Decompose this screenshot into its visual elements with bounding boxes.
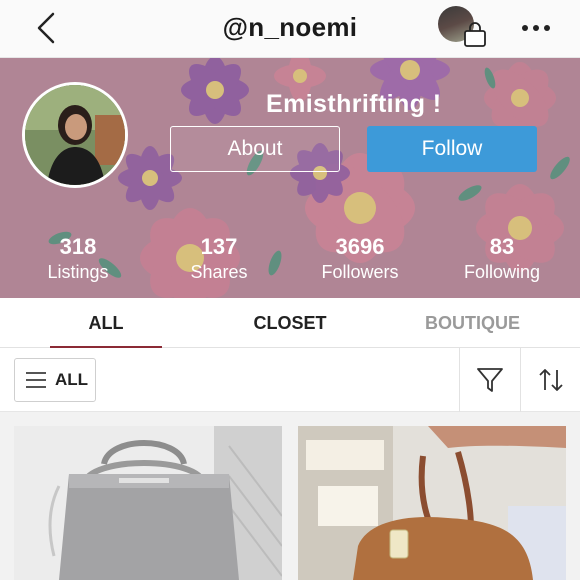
stat-shares-label: Shares [190,262,248,282]
stat-followers-label: Followers [321,262,399,282]
all-filter-label: ALL [55,370,89,389]
stat-shares-value: 137 [200,234,238,259]
stat-listings-value: 318 [59,234,97,259]
tab-all[interactable]: ALL [50,298,162,349]
more-options-button[interactable] [518,14,554,42]
tab-closet[interactable]: CLOSET [225,298,355,348]
listing-image-brown-handbag [298,426,566,580]
stat-followers-value: 3696 [335,234,385,259]
sort-button[interactable] [521,348,580,412]
profile-photo [25,85,125,185]
stat-followers[interactable]: 3696 Followers [295,234,425,284]
profile-banner: Emisthrifting ! About Follow 318 Listing… [0,58,580,298]
closet-tabs: ALL CLOSET BOUTIQUE [0,298,580,349]
filter-bar: ALL [0,348,580,412]
filter-button[interactable] [460,348,520,412]
profile-avatar[interactable] [22,82,128,188]
profile-stats: 318 Listings 137 Shares 3696 Followers 8… [0,234,580,290]
stat-following-value: 83 [489,234,515,259]
hamburger-icon [26,372,46,388]
top-nav-bar: @n_noemi [0,0,580,58]
stat-listings[interactable]: 318 Listings [13,234,143,284]
listing-card[interactable] [14,426,282,580]
sort-arrows-icon [538,369,563,391]
listing-card[interactable] [298,426,566,580]
profile-display-name: Emisthrifting ! [266,90,442,118]
filter-funnel-icon [477,368,503,392]
tab-boutique[interactable]: BOUTIQUE [405,298,540,348]
shopping-bag-icon[interactable] [462,22,488,48]
stat-listings-label: Listings [47,262,109,282]
page-title: @n_noemi [222,12,358,42]
stat-following[interactable]: 83 Following [437,234,567,284]
stat-shares[interactable]: 137 Shares [154,234,284,284]
all-filter-button[interactable]: ALL [14,358,96,402]
about-button[interactable]: About [170,126,340,172]
stat-following-label: Following [463,262,541,282]
listing-image-gray-handbag [14,426,282,580]
follow-button[interactable]: Follow [367,126,537,172]
